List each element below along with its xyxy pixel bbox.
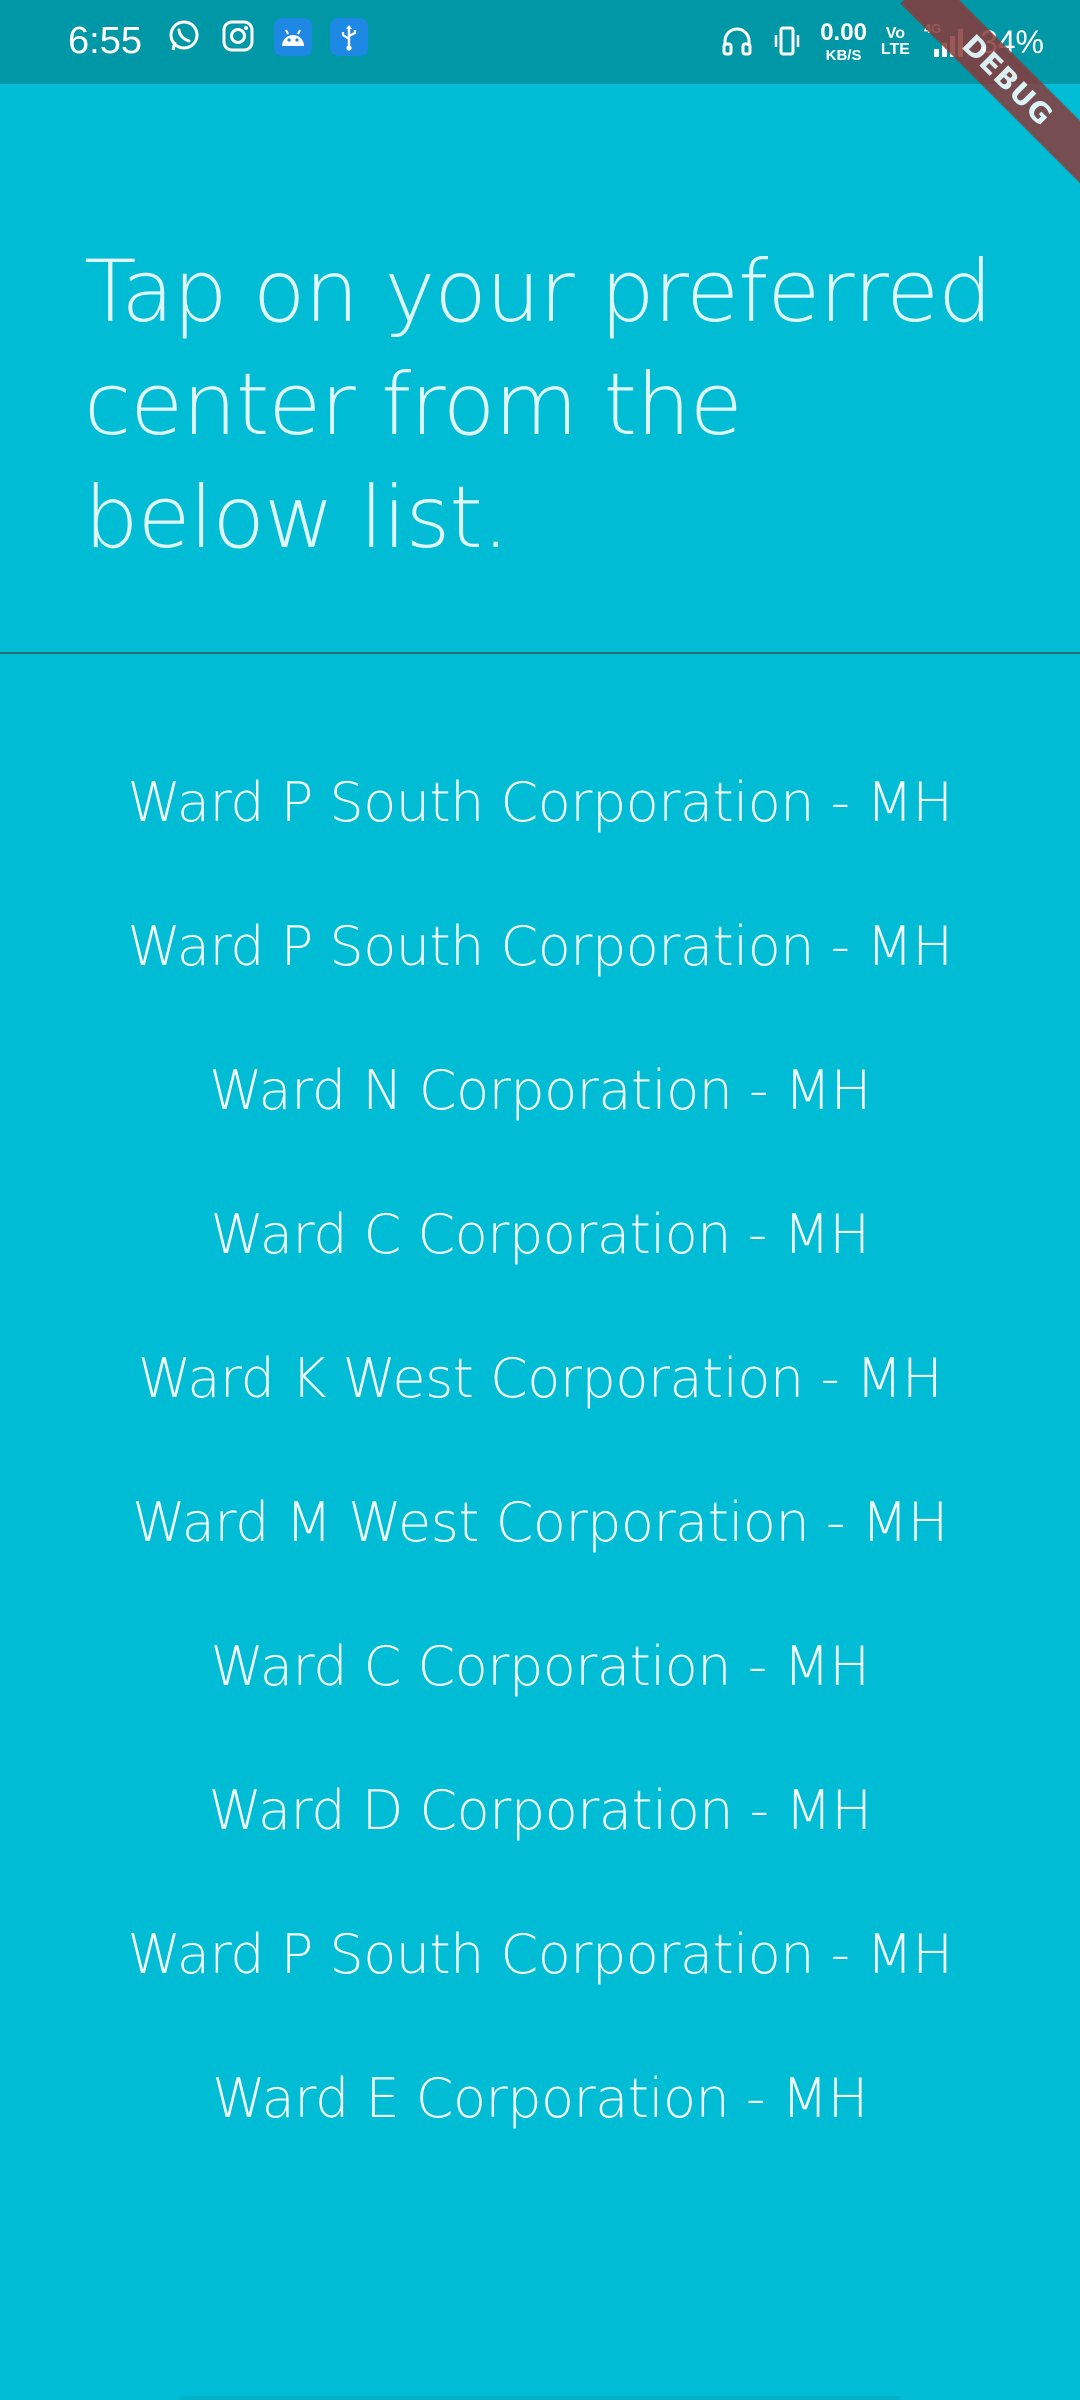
headphones-icon xyxy=(720,24,756,60)
center-list-item[interactable]: Ward D Corporation - MH xyxy=(0,1738,1080,1882)
gesture-bar xyxy=(180,2396,900,2400)
network-speed-value: 0.00 xyxy=(820,19,867,46)
whatsapp-icon xyxy=(166,18,202,54)
page-heading: Tap on your preferred center from the be… xyxy=(84,242,993,568)
volte-bottom-label: LTE xyxy=(880,41,910,58)
center-list-item[interactable]: Ward C Corporation - MH xyxy=(0,1594,1080,1738)
center-list-item[interactable]: Ward P South Corporation - MH xyxy=(0,730,1080,874)
usb-icon xyxy=(330,18,368,56)
network-speed-unit: KB/S xyxy=(825,47,862,64)
app-screen: 6:55 0.00 KB/S Vo LTE 34% DEBUG Tap on y… xyxy=(0,0,1080,2400)
divider xyxy=(0,652,1080,654)
center-list-item[interactable]: Ward E Corporation - MH xyxy=(0,2026,1080,2170)
instagram-icon xyxy=(220,18,256,54)
network-speed: 0.00 KB/S xyxy=(820,19,867,64)
center-list-item[interactable]: Ward M West Corporation - MH xyxy=(0,1450,1080,1594)
notification-icons xyxy=(166,18,368,56)
center-list-item[interactable]: Ward N Corporation - MH xyxy=(0,1018,1080,1162)
center-list-item[interactable]: Ward K West Corporation - MH xyxy=(0,1306,1080,1450)
center-list-item[interactable]: Ward P South Corporation - MH xyxy=(0,1882,1080,2026)
center-list: Ward P South Corporation - MH Ward P Sou… xyxy=(0,730,1080,2170)
system-status-icons: 0.00 KB/S Vo LTE 4G 34% xyxy=(720,14,1080,70)
center-list-item[interactable]: Ward P South Corporation - MH xyxy=(0,874,1080,1018)
volte-top-label: Vo xyxy=(885,25,906,42)
status-time: 6:55 xyxy=(68,20,142,62)
android-debug-icon xyxy=(274,18,312,56)
center-list-item[interactable]: Ward C Corporation - MH xyxy=(0,1162,1080,1306)
volte-icon: Vo LTE xyxy=(881,26,910,58)
vibrate-icon xyxy=(770,24,806,60)
